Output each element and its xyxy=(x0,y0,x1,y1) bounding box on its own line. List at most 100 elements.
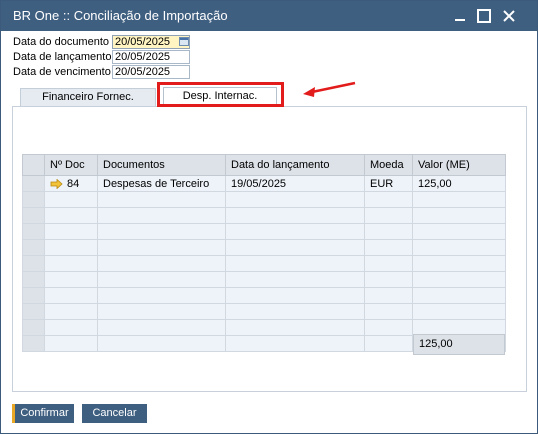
currency-cell[interactable]: EUR xyxy=(364,175,413,192)
grid-cell[interactable] xyxy=(97,335,226,352)
window-title: BR One :: Conciliação de Importação xyxy=(13,8,228,23)
grid-cell[interactable] xyxy=(97,271,226,288)
grid-cell[interactable] xyxy=(364,319,413,336)
posting-date-label: Data de lançamento xyxy=(13,51,112,63)
value-cell[interactable]: 125,00 xyxy=(412,175,506,192)
grid-header: Nº Doc Documentos Data do lançamento Moe… xyxy=(22,154,506,176)
due-date-field[interactable]: 20/05/2025 xyxy=(112,65,190,79)
table-row[interactable] xyxy=(22,271,506,288)
grid-cell[interactable] xyxy=(97,223,226,240)
grid-cell[interactable] xyxy=(225,303,365,320)
grid-cell[interactable] xyxy=(225,207,365,224)
document-cell[interactable]: Despesas de Terceiro xyxy=(97,175,226,192)
grid-cell[interactable] xyxy=(225,287,365,304)
posting-date-field[interactable]: 20/05/2025 xyxy=(112,50,190,64)
row-selector[interactable] xyxy=(22,175,45,192)
posting-date-cell[interactable]: 19/05/2025 xyxy=(225,175,365,192)
grid-cell[interactable] xyxy=(225,191,365,208)
grid-cell[interactable] xyxy=(364,335,413,352)
grid-cell[interactable] xyxy=(44,223,98,240)
grid-cell[interactable] xyxy=(412,207,506,224)
grid-cell[interactable] xyxy=(97,191,226,208)
grid-cell[interactable] xyxy=(225,319,365,336)
grid-cell[interactable] xyxy=(225,223,365,240)
grid-cell[interactable] xyxy=(412,239,506,256)
table-row[interactable] xyxy=(22,223,506,240)
doc-number-value: 84 xyxy=(67,177,80,190)
calendar-icon[interactable] xyxy=(179,37,189,46)
grid-cell[interactable] xyxy=(97,319,226,336)
grid-cell[interactable] xyxy=(412,303,506,320)
column-header-posting-date[interactable]: Data do lançamento xyxy=(225,154,365,176)
grid-cell[interactable] xyxy=(412,191,506,208)
grid-cell[interactable] xyxy=(412,271,506,288)
grid-cell[interactable] xyxy=(44,287,98,304)
grid-cell[interactable] xyxy=(412,223,506,240)
annotation-arrow-icon xyxy=(303,81,356,97)
grid-cell[interactable] xyxy=(225,255,365,272)
grid-cell[interactable] xyxy=(97,287,226,304)
cancel-button[interactable]: Cancelar xyxy=(82,404,147,423)
grid-cell[interactable] xyxy=(364,207,413,224)
row-selector[interactable] xyxy=(22,319,45,336)
grid-cell[interactable] xyxy=(225,271,365,288)
due-date-label: Data de vencimento xyxy=(13,66,111,78)
grid-header-rowhead xyxy=(22,154,45,176)
title-bar[interactable]: BR One :: Conciliação de Importação xyxy=(1,1,537,31)
grid-cell[interactable] xyxy=(97,255,226,272)
row-selector[interactable] xyxy=(22,335,45,352)
grid-cell[interactable] xyxy=(97,207,226,224)
table-row[interactable] xyxy=(22,287,506,304)
grid-cell[interactable] xyxy=(225,239,365,256)
grid-cell[interactable] xyxy=(97,239,226,256)
grid-cell[interactable] xyxy=(364,191,413,208)
grid-cell[interactable] xyxy=(44,335,98,352)
grid-cell[interactable] xyxy=(364,223,413,240)
grid-cell[interactable] xyxy=(44,303,98,320)
minimize-icon[interactable] xyxy=(451,6,471,26)
grid-cell[interactable] xyxy=(44,255,98,272)
grid-cell[interactable] xyxy=(364,303,413,320)
doc-number-cell[interactable]: 84 xyxy=(44,175,98,192)
grid-cell[interactable] xyxy=(412,287,506,304)
grid-cell[interactable] xyxy=(44,271,98,288)
row-selector[interactable] xyxy=(22,287,45,304)
column-header-value-fc[interactable]: Valor (ME) xyxy=(412,154,506,176)
row-selector[interactable] xyxy=(22,191,45,208)
total-value: 125,00 xyxy=(413,334,505,355)
grid-cell[interactable] xyxy=(44,319,98,336)
row-selector[interactable] xyxy=(22,223,45,240)
grid-cell[interactable] xyxy=(364,255,413,272)
column-header-documents[interactable]: Documentos xyxy=(97,154,226,176)
grid-cell[interactable] xyxy=(364,271,413,288)
row-selector[interactable] xyxy=(22,303,45,320)
grid-cell[interactable] xyxy=(225,335,365,352)
annotation-highlight-box xyxy=(157,82,284,107)
confirm-button[interactable]: Confirmar xyxy=(12,404,74,423)
grid-cell[interactable] xyxy=(364,287,413,304)
link-arrow-icon[interactable] xyxy=(50,178,63,189)
table-row[interactable] xyxy=(22,207,506,224)
row-selector[interactable] xyxy=(22,255,45,272)
grid-cell[interactable] xyxy=(44,239,98,256)
table-row[interactable] xyxy=(22,191,506,208)
tab-financeiro-fornec[interactable]: Financeiro Fornec. xyxy=(20,88,156,106)
table-row[interactable] xyxy=(22,303,506,320)
row-selector[interactable] xyxy=(22,239,45,256)
grid-cell[interactable] xyxy=(364,239,413,256)
column-header-doc-number[interactable]: Nº Doc xyxy=(44,154,98,176)
table-row[interactable]: 84 Despesas de Terceiro 19/05/2025 EUR 1… xyxy=(22,175,506,192)
table-row[interactable] xyxy=(22,255,506,272)
row-selector[interactable] xyxy=(22,207,45,224)
grid-cell[interactable] xyxy=(412,255,506,272)
documents-grid: Nº Doc Documentos Data do lançamento Moe… xyxy=(22,154,506,352)
close-icon[interactable] xyxy=(499,6,519,26)
column-header-currency[interactable]: Moeda xyxy=(364,154,413,176)
table-row[interactable] xyxy=(22,239,506,256)
document-date-label: Data do documento xyxy=(13,36,110,48)
grid-cell[interactable] xyxy=(44,207,98,224)
grid-cell[interactable] xyxy=(97,303,226,320)
grid-cell[interactable] xyxy=(44,191,98,208)
maximize-icon[interactable] xyxy=(474,6,494,26)
row-selector[interactable] xyxy=(22,271,45,288)
